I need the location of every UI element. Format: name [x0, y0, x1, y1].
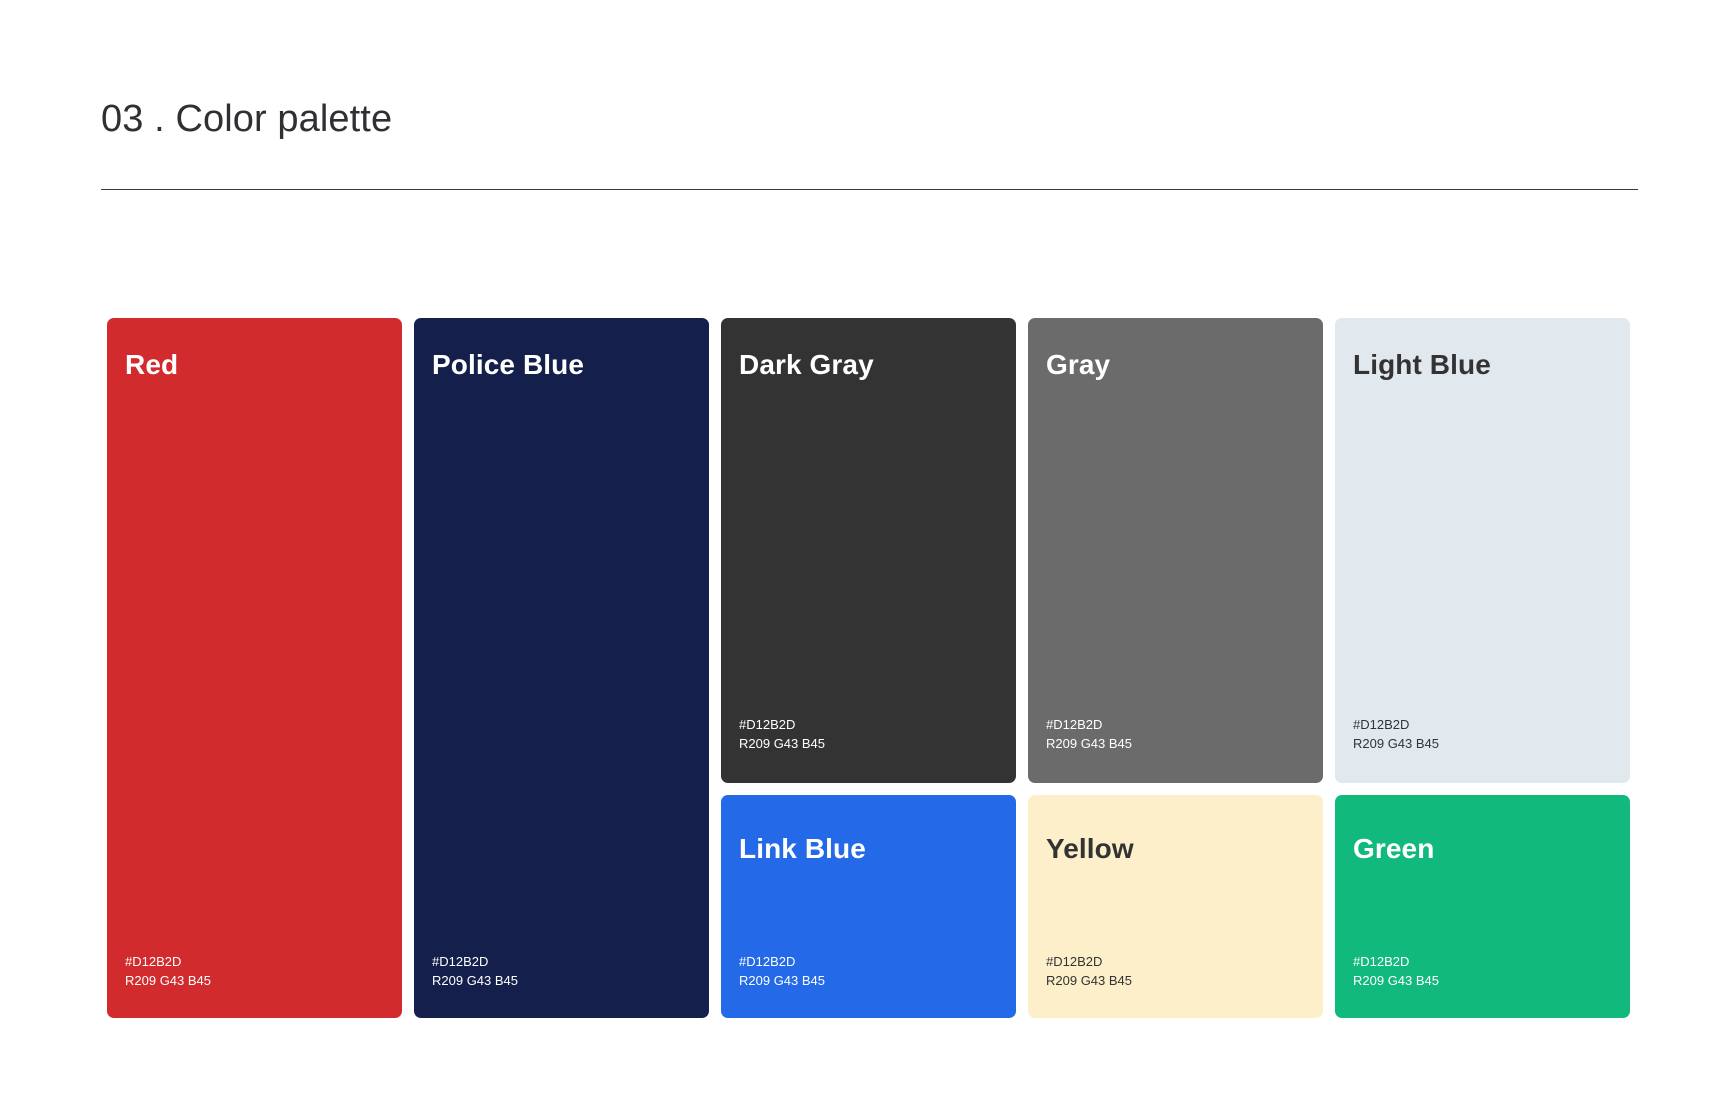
swatch-values: #D12B2D R209 G43 B45	[1353, 715, 1439, 753]
hex-value: #D12B2D	[739, 717, 796, 732]
swatch-name: Green	[1353, 833, 1435, 864]
page-title: 03 . Color palette	[101, 98, 393, 140]
rgb-value: R209 G43 B45	[1046, 973, 1133, 988]
rgb-value: R209 G43 B45	[1046, 736, 1133, 751]
rgb-value: R209 G43 B45	[1353, 736, 1440, 751]
swatch-name: Red	[125, 349, 179, 380]
swatch-yellow: Yellow #D12B2D R209 G43 B45	[1028, 795, 1323, 1018]
swatch-name: Police Blue	[432, 349, 585, 380]
hex-value: #D12B2D	[1353, 954, 1410, 969]
hex-value: #D12B2D	[1353, 717, 1410, 732]
hex-value: #D12B2D	[1046, 717, 1103, 732]
rgb-value: R209 G43 B45	[1353, 973, 1440, 988]
swatch-green: Green #D12B2D R209 G43 B45	[1335, 795, 1630, 1018]
color-palette-grid: Red #D12B2D R209 G43 B45 Police Blue #D1…	[107, 318, 1630, 1018]
swatch-values: #D12B2D R209 G43 B45	[1046, 715, 1132, 753]
swatch-values: #D12B2D R209 G43 B45	[1046, 952, 1132, 990]
swatch-name: Yellow	[1046, 833, 1134, 864]
rgb-value: R209 G43 B45	[739, 973, 826, 988]
swatch-light-blue: Light Blue #D12B2D R209 G43 B45	[1335, 318, 1630, 783]
hex-value: #D12B2D	[1046, 954, 1103, 969]
swatch-name: Dark Gray	[739, 349, 874, 380]
swatch-link-blue: Link Blue #D12B2D R209 G43 B45	[721, 795, 1016, 1018]
swatch-values: #D12B2D R209 G43 B45	[1353, 952, 1439, 990]
swatch-values: #D12B2D R209 G43 B45	[125, 952, 211, 990]
swatch-police-blue: Police Blue #D12B2D R209 G43 B45	[414, 318, 709, 1018]
swatch-name: Gray	[1046, 349, 1111, 380]
title-divider	[101, 189, 1638, 190]
swatch-values: #D12B2D R209 G43 B45	[432, 952, 518, 990]
swatch-name: Light Blue	[1353, 349, 1491, 380]
hex-value: #D12B2D	[432, 954, 489, 969]
swatch-red: Red #D12B2D R209 G43 B45	[107, 318, 402, 1018]
swatch-dark-gray: Dark Gray #D12B2D R209 G43 B45	[721, 318, 1016, 783]
swatch-name: Link Blue	[739, 833, 866, 864]
swatch-values: #D12B2D R209 G43 B45	[739, 715, 825, 753]
rgb-value: R209 G43 B45	[125, 973, 212, 988]
hex-value: #D12B2D	[739, 954, 796, 969]
rgb-value: R209 G43 B45	[432, 973, 519, 988]
hex-value: #D12B2D	[125, 954, 182, 969]
swatch-gray: Gray #D12B2D R209 G43 B45	[1028, 318, 1323, 783]
rgb-value: R209 G43 B45	[739, 736, 826, 751]
color-palette-page: 03 . Color palette Red #D12B2D R209 G43 …	[0, 0, 1728, 1117]
swatch-values: #D12B2D R209 G43 B45	[739, 952, 825, 990]
